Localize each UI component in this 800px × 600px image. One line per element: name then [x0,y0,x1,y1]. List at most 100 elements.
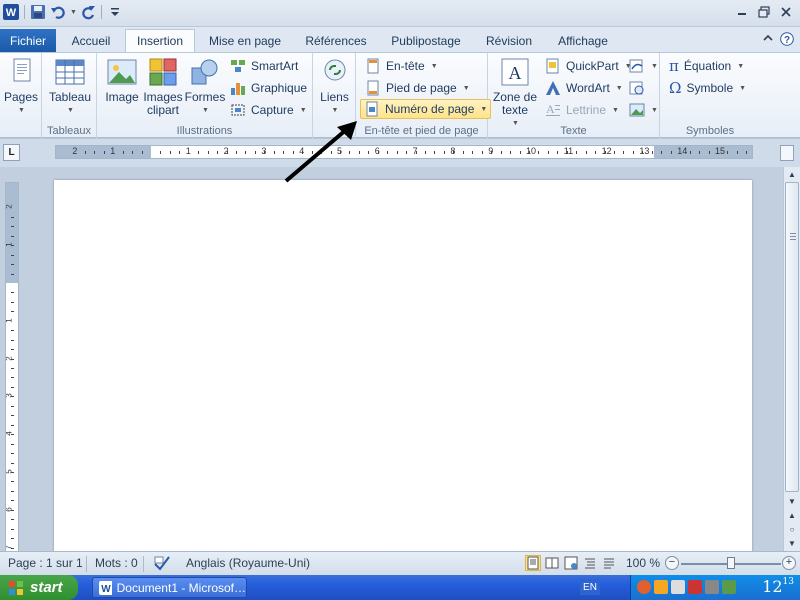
tab-page-layout[interactable]: Mise en page [200,29,290,52]
web-layout-view-icon[interactable] [563,555,579,571]
chevron-down-icon: ▼ [739,84,747,92]
table-button[interactable]: Tableau ▼ [49,56,91,117]
vertical-ruler[interactable]: 211234567 [5,182,19,551]
zoom-in-icon[interactable]: + [782,556,796,570]
equation-button[interactable]: π Équation ▼ [666,56,747,76]
ruler-tick [727,151,728,154]
signature-line-button[interactable]: ▼ [626,56,661,76]
language-status[interactable]: Anglais (Royaume-Uni) [186,556,310,570]
ruler-tick [746,151,747,154]
document-page[interactable] [54,180,752,551]
chevron-down-icon: ▼ [67,107,74,114]
group-pages: Pages ▼ [0,53,42,139]
links-label: Liens [320,90,349,104]
taskbar-word-document[interactable]: W Document1 - Microsof… [92,577,247,598]
clipart-button[interactable]: Images clipart [143,56,183,117]
clock-minute: 13 [782,577,794,587]
ruler-tick [482,151,483,154]
shapes-button[interactable]: Formes ▼ [185,56,225,117]
object-button[interactable]: ▼ [626,100,661,120]
word-app-icon: W [99,580,112,595]
word-count[interactable]: Mots : 0 [95,556,138,570]
ruler-tick [633,151,634,154]
tab-file[interactable]: Fichier [0,29,56,52]
ruler-tick [11,274,14,275]
image-button[interactable]: Image [103,56,141,104]
redo-icon[interactable] [79,3,97,21]
network-icon[interactable] [705,580,719,594]
tab-references[interactable]: Références [296,29,376,52]
wordart-button[interactable]: WordArt ▼ [542,78,626,98]
help-icon[interactable]: ? [780,32,794,49]
save-icon[interactable] [29,3,47,21]
collapse-ribbon-icon[interactable] [762,32,774,49]
ruler-tick [538,151,539,154]
undo-icon[interactable] [49,3,67,21]
print-layout-view-icon[interactable] [525,555,541,571]
tab-view[interactable]: Affichage [549,29,617,52]
previous-page-icon[interactable]: ▲ [786,509,798,521]
ruler-tick [11,255,14,256]
tab-home[interactable]: Accueil [62,29,120,52]
ruler-tick [11,330,14,331]
language-indicator[interactable]: EN [580,579,600,595]
date-time-button[interactable] [626,78,648,98]
tray-app-icon[interactable] [688,580,702,594]
view-ruler-button[interactable] [780,145,794,161]
restore-icon[interactable] [754,3,774,21]
start-button[interactable]: start [0,575,78,600]
horizontal-ruler[interactable]: 21123456789101112131415 [55,145,753,159]
tab-selector-button[interactable]: L [3,144,20,161]
next-page-icon[interactable]: ▼ [786,537,798,549]
quickpart-button[interactable]: QuickPart ▼ [542,56,635,76]
ruler-tick [11,226,14,227]
zoom-out-icon[interactable]: − [665,556,679,570]
draft-view-icon[interactable] [601,555,617,571]
ruler-tick [652,151,653,154]
tray-app-icon[interactable] [654,580,668,594]
dropcap-button[interactable]: A Lettrine ▼ [542,100,622,120]
textbox-button[interactable]: A Zone de texte ▼ [492,56,538,130]
taskbar-clock[interactable]: 1213 [762,577,794,596]
scroll-down-icon[interactable]: ▼ [786,495,798,507]
header-button[interactable]: En-tête ▼ [362,56,441,76]
close-icon[interactable] [776,3,796,21]
pages-button[interactable]: Pages ▼ [4,56,38,117]
textbox-icon: A [499,56,531,88]
outline-view-icon[interactable] [582,555,598,571]
chevron-down-icon: ▼ [331,107,339,114]
vertical-scrollbar[interactable]: ▲ ▼ ▲ ○ ▼ [783,167,800,551]
page-count[interactable]: Page : 1 sur 1 [8,556,83,570]
browse-object-icon[interactable]: ○ [786,523,798,535]
smartart-button[interactable]: SmartArt [227,56,301,76]
tab-mailings[interactable]: Publipostage [383,29,469,52]
word-app-icon[interactable]: W [2,3,20,21]
scrollbar-thumb[interactable] [785,182,799,492]
zoom-level[interactable]: 100 % [626,556,660,570]
ruler-tick [737,151,738,154]
chart-button[interactable]: Graphique [227,78,310,98]
page-number-button[interactable]: Numéro de page ▼ [360,99,492,119]
chevron-down-icon: ▼ [612,106,619,114]
chevron-down-icon: ▼ [18,107,25,114]
proofing-icon[interactable] [153,554,171,575]
zoom-slider-thumb[interactable] [727,557,735,569]
capture-button[interactable]: Capture ▼ [227,100,310,120]
reading-view-icon[interactable] [544,555,560,571]
tab-insert[interactable]: Insertion [125,29,195,52]
chart-label: Graphique [251,81,308,95]
group-label-header-footer: En-tête et pied de page [364,125,479,137]
links-button[interactable]: Liens ▼ [318,56,351,117]
undo-dropdown-icon[interactable]: ▼ [69,3,77,21]
scroll-up-icon[interactable]: ▲ [786,168,798,180]
tray-app-icon[interactable] [722,580,736,594]
symbol-button[interactable]: Ω Symbole ▼ [666,78,749,98]
ruler-tick [614,151,615,154]
tab-review[interactable]: Révision [476,29,542,52]
minimize-icon[interactable] [732,3,752,21]
chevron-down-icon: ▼ [615,84,623,92]
tray-app-icon[interactable] [637,580,651,594]
customize-qat-icon[interactable] [106,3,124,21]
volume-icon[interactable] [671,580,685,594]
footer-button[interactable]: Pied de page ▼ [362,78,473,98]
